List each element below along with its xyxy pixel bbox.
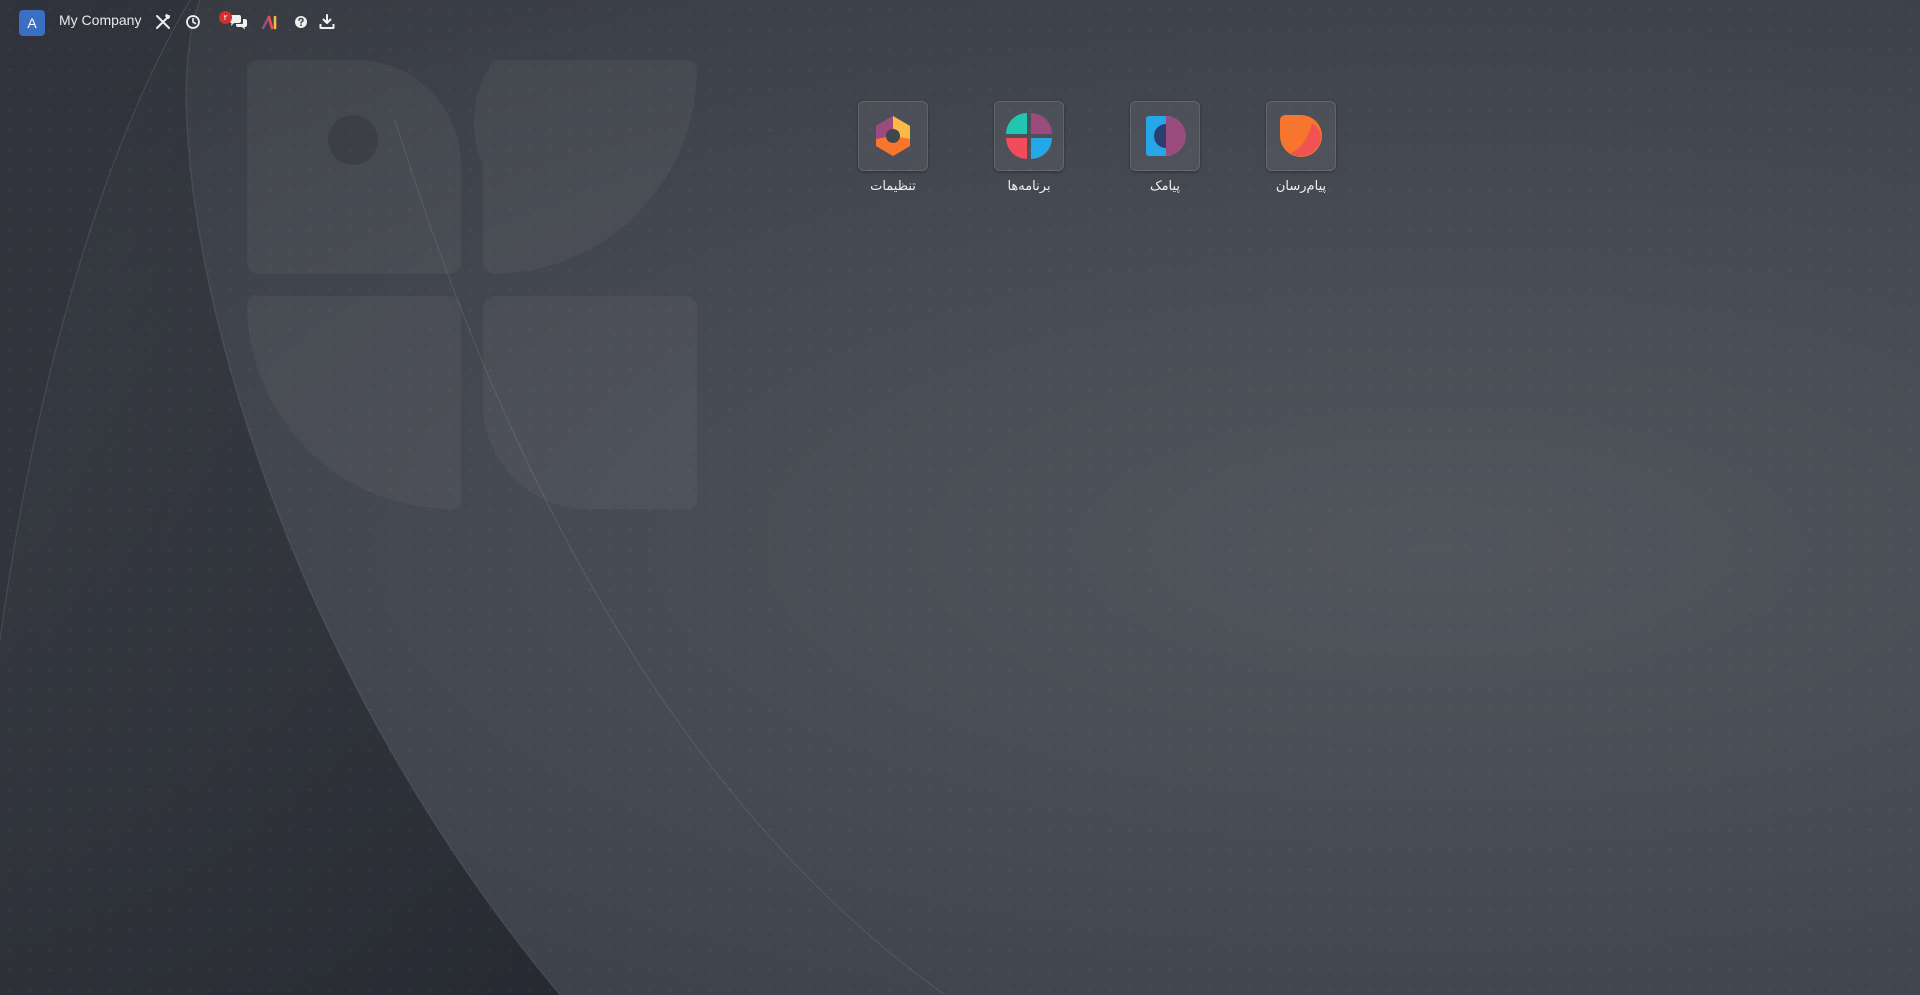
clock-icon[interactable] xyxy=(184,13,202,31)
app-label: برنامه‌ها xyxy=(1007,179,1051,194)
app-label: پیامک xyxy=(1149,179,1181,194)
download-icon[interactable] xyxy=(318,13,336,31)
brand-logo-icon[interactable] xyxy=(262,13,280,31)
app-apps[interactable]: برنامه‌ها xyxy=(994,101,1064,211)
app-label: تنظیمات xyxy=(870,179,916,194)
messages-badge: ۲ xyxy=(219,11,232,24)
settings-app-icon xyxy=(876,116,910,156)
sms-app-icon xyxy=(1146,116,1186,156)
apps-app-icon xyxy=(1006,113,1052,159)
discuss-app-tile[interactable] xyxy=(1266,101,1336,171)
user-avatar[interactable]: A xyxy=(19,10,45,36)
app-sms[interactable]: پیامک xyxy=(1130,101,1200,211)
app-settings[interactable]: تنظیمات xyxy=(858,101,928,211)
apps-app-tile[interactable] xyxy=(994,101,1064,171)
help-icon[interactable] xyxy=(292,13,310,31)
sms-app-tile[interactable] xyxy=(1130,101,1200,171)
settings-app-tile[interactable] xyxy=(858,101,928,171)
app-discuss[interactable]: پیام‌رسان xyxy=(1266,101,1336,211)
app-label: پیام‌رسان xyxy=(1275,179,1327,194)
company-switcher[interactable]: My Company xyxy=(59,12,141,28)
top-navbar: A My Company ۲ xyxy=(0,0,1920,44)
app-grid: پیام‌رسان پیامک برنامه‌ها xyxy=(856,101,1336,211)
discuss-app-icon xyxy=(1280,115,1322,157)
tools-icon[interactable] xyxy=(154,13,172,31)
